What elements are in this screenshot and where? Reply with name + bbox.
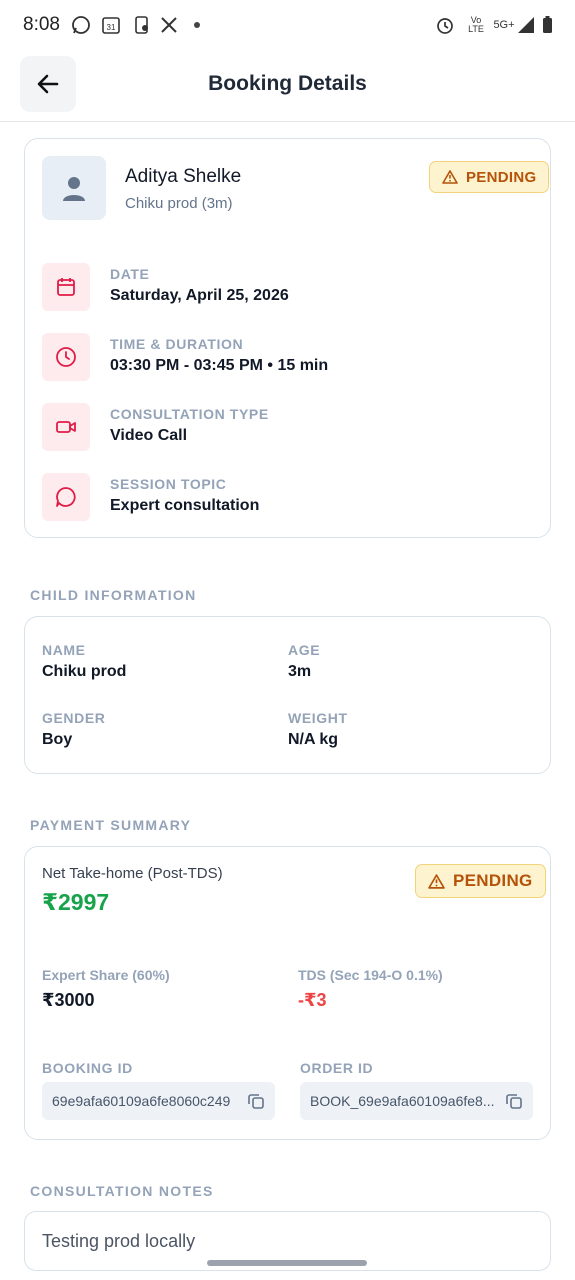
status-badge-label: PENDING: [466, 168, 537, 186]
whatsapp-icon: [70, 14, 92, 36]
topic-label: SESSION TOPIC: [110, 476, 227, 492]
child-weight-value: N/A kg: [288, 731, 339, 748]
status-bar: 8:08 31 Vo LTE 5G+: [0, 0, 575, 50]
chat-icon: [42, 473, 90, 521]
booking-id-field[interactable]: 69e9afa60109a6fe8060c249: [42, 1082, 275, 1120]
signal-icon: [515, 14, 537, 36]
page-title: Booking Details: [208, 72, 367, 95]
clock-icon: [42, 333, 90, 381]
payment-status-label: PENDING: [453, 871, 533, 890]
date-value: Saturday, April 25, 2026: [110, 287, 289, 304]
calendar-icon: 31: [100, 14, 122, 36]
child-weight-label: WEIGHT: [288, 710, 348, 726]
copy-icon[interactable]: [505, 1092, 523, 1110]
booking-time-row: TIME & DURATION 03:30 PM - 03:45 PM • 15…: [42, 333, 532, 381]
child-gender-label: GENDER: [42, 710, 106, 726]
user-icon: [63, 177, 85, 201]
payment-status-badge: PENDING: [415, 864, 546, 898]
copy-icon[interactable]: [247, 1092, 265, 1110]
child-name-value: Chiku prod: [42, 663, 127, 680]
home-indicator[interactable]: [207, 1260, 367, 1266]
child-gender-value: Boy: [42, 731, 73, 748]
child-age-value: 3m: [288, 663, 312, 680]
user-name: Aditya Shelke: [125, 166, 242, 187]
booking-type-row: CONSULTATION TYPE Video Call: [42, 403, 532, 451]
tds-label: TDS (Sec 194-O 0.1%): [298, 967, 443, 983]
expert-share-value: ₹3000: [42, 990, 95, 1010]
time-label: TIME & DURATION: [110, 336, 244, 352]
payment-summary-card: Net Take-home (Post-TDS) ₹2997 PENDING E…: [24, 846, 551, 1140]
volte-icon: Vo LTE: [468, 15, 484, 34]
battery-icon: [536, 14, 558, 36]
topic-value: Expert consultation: [110, 497, 260, 514]
app-icon: [131, 14, 153, 36]
calendar-icon: [42, 263, 90, 311]
child-age-label: AGE: [288, 642, 321, 658]
avatar: [42, 156, 106, 220]
status-time: 8:08: [23, 14, 60, 35]
x-icon: [158, 14, 180, 36]
consultation-notes-title: CONSULTATION NOTES: [30, 1183, 214, 1199]
consultation-notes-text: Testing prod locally: [42, 1230, 196, 1251]
time-value: 03:30 PM - 03:45 PM • 15 min: [110, 357, 329, 374]
app-header: Booking Details: [0, 50, 575, 122]
notification-dot: [194, 22, 200, 28]
order-id-field[interactable]: BOOK_69e9afa60109a6fe8...: [300, 1082, 533, 1120]
warning-icon: [428, 873, 445, 889]
tds-value: -₹3: [298, 990, 327, 1010]
booking-topic-row: SESSION TOPIC Expert consultation: [42, 473, 532, 521]
warning-icon: [442, 170, 458, 184]
order-id-label: ORDER ID: [300, 1060, 374, 1076]
svg-text:31: 31: [107, 23, 116, 32]
booking-date-row: DATE Saturday, April 25, 2026: [42, 263, 532, 311]
status-badge: PENDING: [429, 161, 550, 193]
child-summary: Chiku prod (3m): [125, 195, 233, 212]
booking-id-value: 69e9afa60109a6fe8060c249: [52, 1093, 231, 1109]
type-value: Video Call: [110, 427, 188, 444]
date-label: DATE: [110, 266, 150, 282]
child-info-card: NAME Chiku prod AGE 3m GENDER Boy WEIGHT…: [24, 616, 551, 774]
net-takehome-label: Net Take-home (Post-TDS): [42, 865, 223, 882]
type-label: CONSULTATION TYPE: [110, 406, 269, 422]
net-takehome-amount: ₹2997: [42, 889, 110, 915]
booking-card: Aditya Shelke Chiku prod (3m) PENDING DA…: [24, 138, 551, 538]
alarm-icon: [434, 14, 456, 36]
payment-summary-title: PAYMENT SUMMARY: [30, 817, 192, 833]
network-type: 5G+: [493, 19, 515, 31]
booking-id-label: BOOKING ID: [42, 1060, 133, 1076]
child-name-label: NAME: [42, 642, 86, 658]
expert-share-label: Expert Share (60%): [42, 967, 170, 983]
order-id-value: BOOK_69e9afa60109a6fe8...: [310, 1093, 495, 1109]
video-icon: [42, 403, 90, 451]
child-info-title: CHILD INFORMATION: [30, 587, 197, 603]
